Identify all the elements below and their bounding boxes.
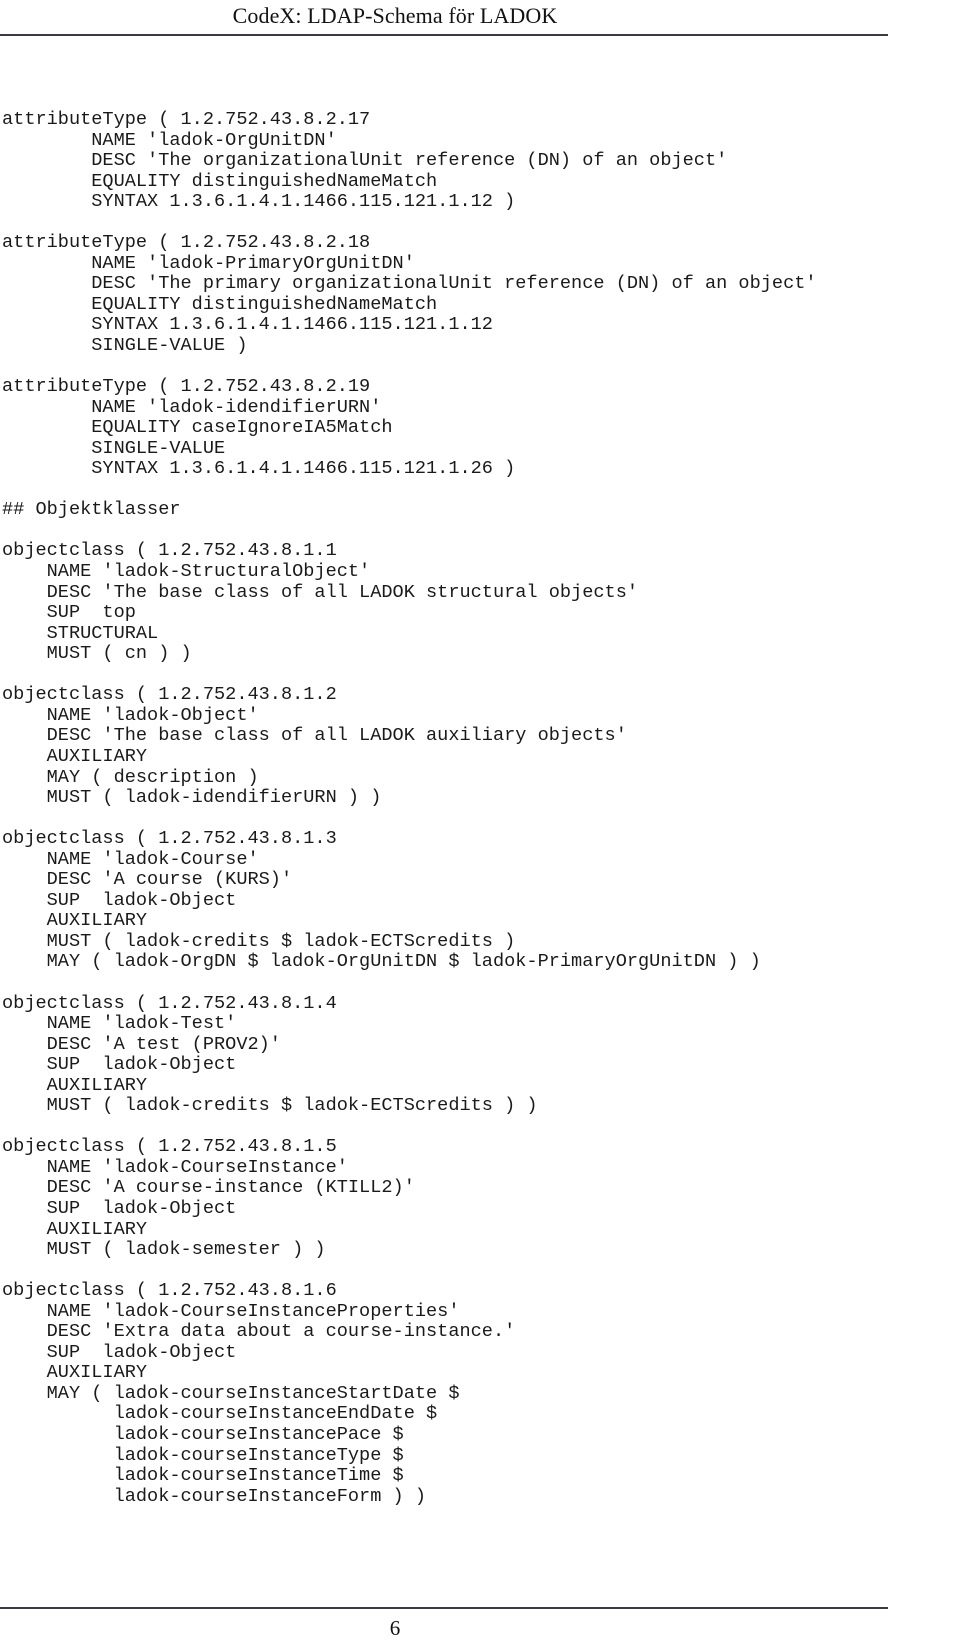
footer-rule [0, 1607, 888, 1609]
document-page: CodeX: LDAP-Schema för LADOK attributeTy… [0, 0, 960, 1651]
page-header-title: CodeX: LDAP-Schema för LADOK [232, 3, 558, 28]
page-header: CodeX: LDAP-Schema för LADOK [0, 0, 888, 46]
ldap-schema-code-block: attributeType ( 1.2.752.43.8.2.17 NAME '… [2, 109, 817, 1507]
header-rule [0, 34, 888, 36]
page-footer: 6 [0, 1613, 790, 1643]
page-number: 6 [389, 1616, 401, 1640]
